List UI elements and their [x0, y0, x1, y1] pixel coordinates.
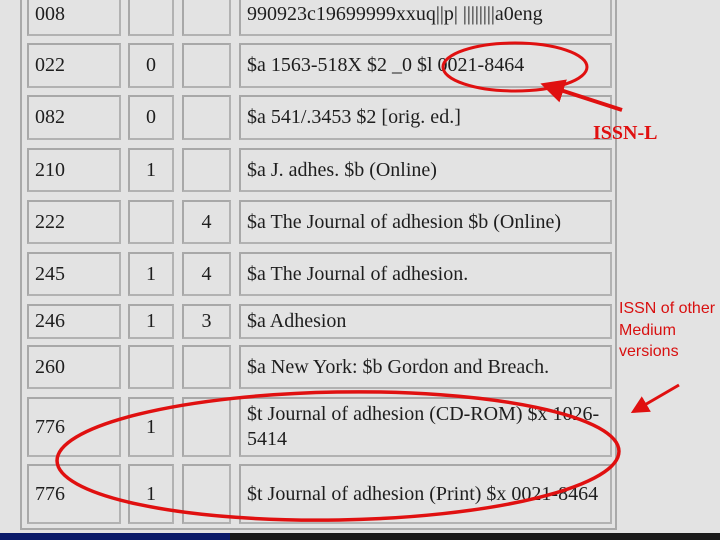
issn-l-label: ISSN-L — [593, 122, 658, 144]
other-medium-highlight-ellipse — [55, 390, 621, 522]
annotation-layer — [55, 41, 680, 522]
other-medium-arrow-icon — [630, 383, 680, 414]
other-medium-label: ISSN of other Medium versions — [619, 300, 716, 360]
issn-l-highlight-ellipse — [441, 41, 589, 93]
issn-l-arrow-icon — [540, 79, 623, 112]
